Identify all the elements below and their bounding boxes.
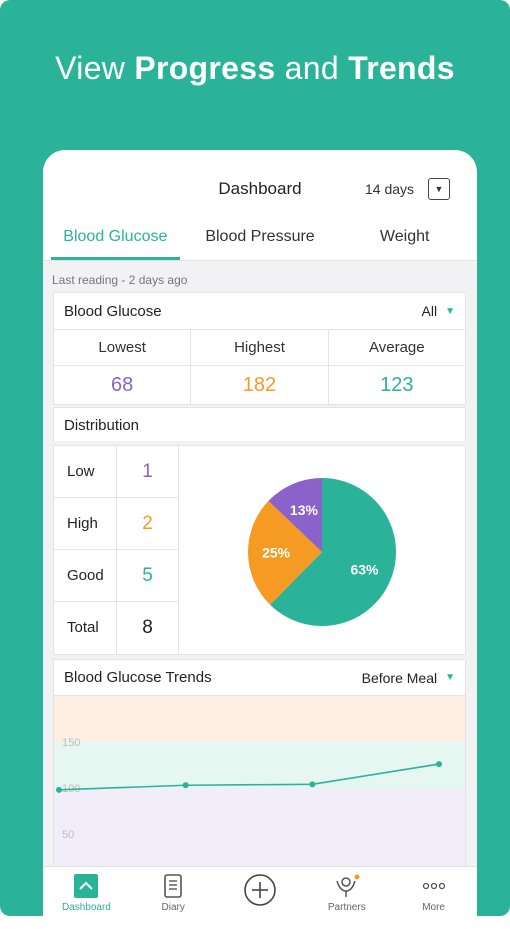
distribution-row-total: Total 8 [54,602,178,654]
screenshot-frame: View Progress and Trends Dashboard 14 da… [0,0,510,916]
trends-title: Blood Glucose Trends [64,669,212,686]
tabbar-add[interactable] [217,867,304,916]
distribution-pie-panel: 63% 25% 13% [179,445,466,655]
summary-filter-select[interactable]: All ▼ [422,303,455,319]
pie-label-good: 63% [350,561,379,577]
pie-label-low: 13% [290,502,319,518]
distribution-row-low: Low 1 [54,446,178,498]
trend-data-point [56,786,62,793]
headline-bold-progress: Progress [134,50,276,86]
tabbar-label: Partners [327,902,366,913]
summary-filter-value: All [421,303,438,319]
trend-data-point [436,761,442,768]
tabbar-label: More [422,902,445,913]
trends-filter-value: Before Meal [361,669,438,686]
tabbar-partners[interactable]: Partners [303,867,390,916]
bottom-tab-bar: Dashboard Diary Partners More [43,866,477,916]
tabbar-label: Dashboard [61,902,111,913]
tab-weight[interactable]: Weight [332,218,477,260]
stat-lowest: Lowest 68 [54,330,192,404]
stat-average: Average 123 [328,330,465,404]
trend-data-point [182,782,189,789]
distribution-pie-chart: 63% 25% 13% [248,478,396,626]
distribution-value: 5 [142,565,153,586]
y-tick-label: 50 [62,829,74,841]
phone-screen: Dashboard 14 days ▼ Blood Glucose Blood … [43,150,477,916]
more-icon [422,882,445,890]
distribution-table: Low 1 High 2 Good 5 Total 8 [53,445,179,655]
trends-line-chart: 50100150 [54,696,465,878]
last-reading-text: Last reading - 2 days ago [52,273,188,287]
stat-highest: Highest 182 [191,330,329,404]
caret-down-icon: ▼ [445,305,455,317]
trend-range-band [54,696,465,742]
metric-tabs: Blood Glucose Blood Pressure Weight [43,218,477,260]
trends-header: Blood Glucose Trends Before Meal ▼ [54,660,465,696]
summary-stats: Lowest 68 Highest 182 Average 123 [54,329,465,404]
summary-title: Blood Glucose [64,302,162,320]
tab-blood-glucose[interactable]: Blood Glucose [43,218,188,260]
date-range-dropdown-button[interactable]: ▼ [428,178,450,200]
headline-middle: and [275,50,349,86]
headline: View Progress and Trends [0,50,510,87]
stat-value: 182 [242,374,277,396]
distribution-value: 2 [142,513,153,534]
trends-filter-select[interactable]: Before Meal ▼ [362,670,455,686]
tabbar-more[interactable]: More [390,867,477,916]
tabbar-label: Diary [161,902,185,913]
distribution-label: Total [54,602,117,654]
stat-label: Lowest [54,330,191,366]
distribution-label: Low [54,446,117,497]
distribution-label: High [54,498,117,549]
dashboard-icon [74,874,99,898]
diary-icon [164,874,182,898]
partners-icon [336,874,360,897]
stat-label: Average [328,330,465,366]
distribution-row-high: High 2 [54,498,178,550]
stat-value: 68 [111,374,134,396]
stat-label: Highest [191,330,328,366]
trends-card: Blood Glucose Trends Before Meal ▼ 50 100… [53,659,466,879]
trend-range-band [54,742,465,788]
distribution-label: Good [54,550,117,601]
add-icon [244,874,276,906]
trend-data-point [309,781,316,788]
triangle-down-icon: ▼ [434,184,444,194]
distribution-header: Distribution [53,407,466,441]
date-range-label[interactable]: 14 days [365,181,414,197]
stat-value: 123 [380,374,414,396]
distribution-title: Distribution [64,416,140,434]
distribution-title-row: Distribution [54,408,465,442]
tab-blood-pressure[interactable]: Blood Pressure [188,218,333,260]
distribution-value: 8 [142,617,153,638]
dashboard-content: Last reading - 2 days ago Blood Glucose … [43,261,477,879]
headline-bold-trends: Trends [348,50,455,86]
y-tick-label: 150 [62,737,80,749]
caret-down-icon: ▼ [445,672,455,683]
tabbar-diary[interactable]: Diary [130,867,217,916]
summary-card: Blood Glucose All ▼ Lowest 68 Highest 18… [53,292,466,405]
tabbar-dashboard[interactable]: Dashboard [43,867,130,916]
distribution-row-good: Good 5 [54,550,178,602]
summary-header: Blood Glucose All ▼ [54,293,465,329]
distribution-value: 1 [142,461,153,482]
headline-prefix: View [55,50,135,86]
pie-label-high: 25% [262,545,291,561]
